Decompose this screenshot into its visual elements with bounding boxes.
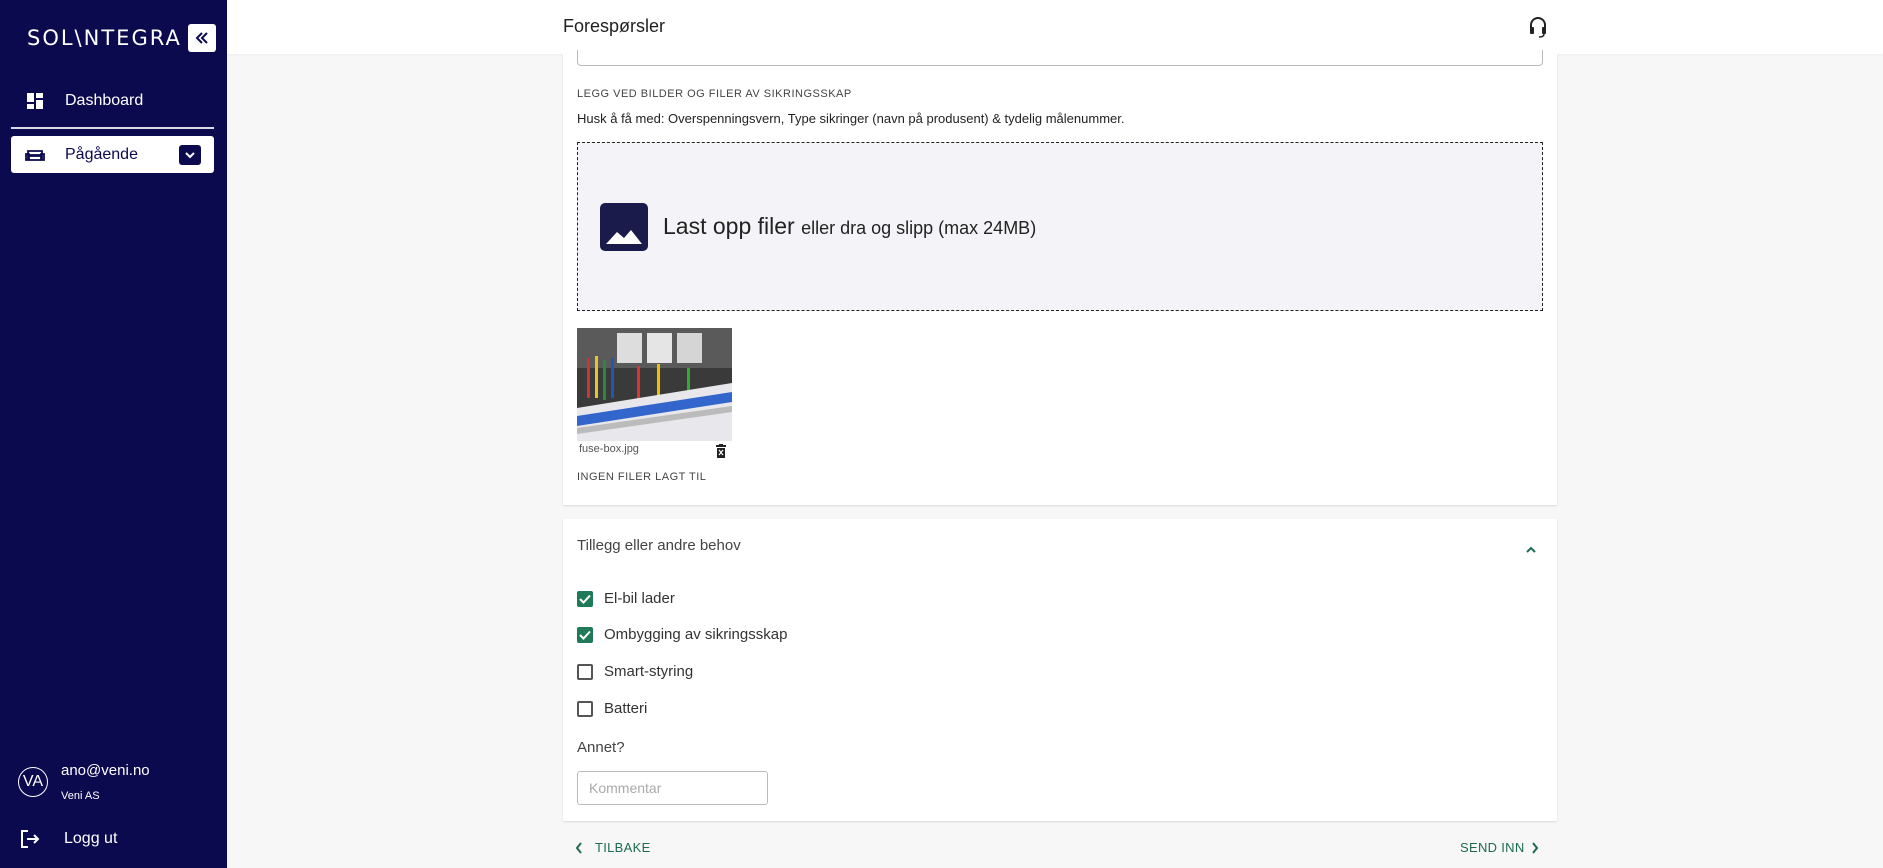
nav-item-ongoing[interactable]: Pågående [11,136,214,173]
other-label: Annet? [577,739,625,756]
accordion-title[interactable]: Tillegg eller andre behov [577,537,741,554]
logout-button[interactable]: Logg ut [20,830,117,848]
couch-icon [15,147,55,163]
back-button-label: TILBAKE [595,840,651,855]
chevron-up-icon[interactable] [1525,540,1537,558]
thumbnail-filename: fuse-box.jpg [579,443,639,455]
chevron-down-icon [185,151,195,158]
checkbox-ombygging[interactable]: Ombygging av sikringsskap [577,626,787,643]
user-company: Veni AS [61,790,100,802]
ongoing-dropdown-toggle[interactable] [179,144,201,165]
headset-icon[interactable] [1528,16,1548,43]
logout-icon [21,830,40,848]
file-dropzone[interactable]: Last opp filer eller dra og slipp (max 2… [577,142,1543,311]
checkbox-checked[interactable] [577,626,593,643]
checkbox-label: Ombygging av sikringsskap [604,626,788,643]
sidebar: SOL\NTEGRA Dashboard Pågående VA ano@ven… [0,0,227,868]
file-thumbnail[interactable] [577,328,732,441]
delete-file-icon[interactable] [715,444,727,463]
extras-accordion: Tillegg eller andre behov El-bil lader O… [563,519,1557,821]
nav-item-dashboard[interactable]: Dashboard [11,82,214,119]
page-title: Forespørsler [563,16,666,36]
upload-card: LEGG VED BILDER OG FILER AV SIKRINGSSKAP… [563,50,1557,505]
checkbox-unchecked[interactable] [577,700,593,717]
nav-item-ongoing-label: Pågående [65,145,138,163]
checkbox-batteri[interactable]: Batteri [577,700,647,717]
user-email: ano@veni.no [61,762,150,779]
chevron-right-icon [1531,841,1538,854]
nav-item-dashboard-label: Dashboard [65,91,144,109]
dropzone-text: Last opp filer eller dra og slipp (max 2… [663,213,1036,240]
logo: SOL\NTEGRA [27,26,182,50]
no-files-text: INGEN FILER LAGT TIL [577,471,707,483]
top-header: Forespørsler [227,0,1883,54]
upload-heading: LEGG VED BILDER OG FILER AV SIKRINGSSKAP [577,88,852,100]
logout-label: Logg ut [64,830,118,847]
submit-button[interactable]: SEND INN [1460,840,1539,855]
checkbox-checked[interactable] [577,590,593,607]
collapse-sidebar-button[interactable] [188,24,216,52]
checkbox-label: Batteri [604,700,648,717]
submit-button-label: SEND INN [1460,840,1525,855]
dropzone-main-text: Last opp filer [663,213,795,239]
dashboard-icon [15,92,55,110]
text-field-partial[interactable] [577,50,1543,66]
checkbox-label: El-bil lader [604,590,675,607]
image-icon [600,202,648,251]
back-button[interactable]: TILBAKE [575,840,651,855]
nav-divider [11,127,214,129]
comment-input[interactable] [577,771,768,805]
checkbox-smart-styring[interactable]: Smart-styring [577,663,693,680]
chevron-left-icon [575,841,582,854]
checkbox-unchecked[interactable] [577,663,593,680]
checkbox-label: Smart-styring [604,663,694,680]
dropzone-sub-text: eller dra og slipp (max 24MB) [801,218,1037,238]
double-chevron-left-icon [195,32,208,44]
checkbox-el-bil-lader[interactable]: El-bil lader [577,590,675,607]
avatar[interactable]: VA [18,767,48,797]
upload-note: Husk å få med: Overspenningsvern, Type s… [577,111,1125,126]
